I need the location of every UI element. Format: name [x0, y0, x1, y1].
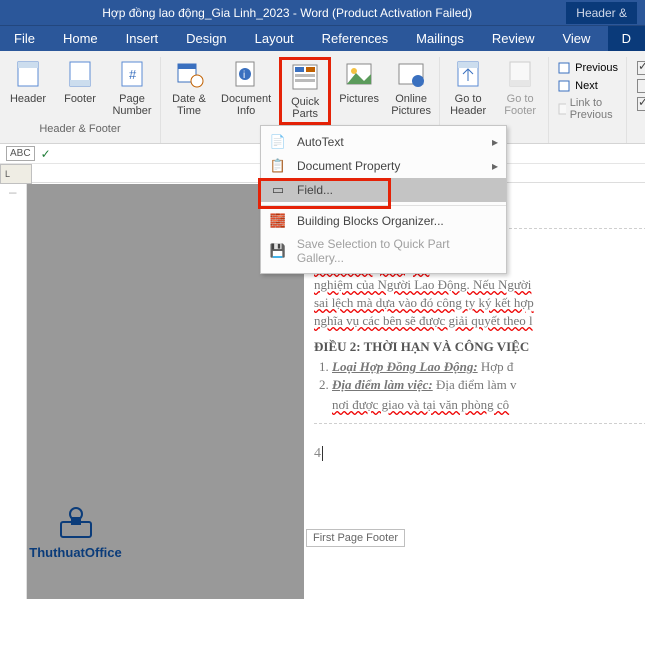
page-number-icon: #	[117, 59, 147, 89]
ribbon-group-headerfooter: Header Footer # Page Number Header & Foo…	[0, 57, 161, 143]
goto-footer-button[interactable]: Go to Footer	[496, 57, 544, 119]
menu-insert[interactable]: Insert	[112, 26, 173, 51]
window-title: Hợp đồng lao động_Gia Linh_2023 - Word (…	[8, 6, 566, 20]
ribbon-nav-links: Previous Next Link to Previous	[549, 57, 626, 143]
link-icon	[557, 102, 566, 116]
doc-property-icon: 📋	[269, 158, 287, 174]
menu-right[interactable]: D	[608, 26, 645, 51]
dd-save-selection: 💾Save Selection to Quick Part Gallery...	[261, 233, 506, 269]
next-icon	[557, 79, 571, 93]
goto-footer-icon	[505, 59, 535, 89]
pictures-icon	[344, 59, 374, 89]
quick-parts-button[interactable]: Quick Parts	[282, 60, 328, 122]
page-number-button[interactable]: # Page Number	[108, 57, 156, 119]
previous-button[interactable]: Previous	[557, 61, 618, 75]
svg-text:#: #	[129, 67, 137, 82]
goto-header-icon	[453, 59, 483, 89]
menu-home[interactable]: Home	[49, 26, 112, 51]
prev-icon	[557, 61, 571, 75]
field-icon: ▭	[269, 182, 287, 198]
footer-button[interactable]: Footer	[56, 57, 104, 119]
menu-references[interactable]: References	[308, 26, 402, 51]
date-time-button[interactable]: Date & Time	[165, 57, 213, 125]
menu-view[interactable]: View	[548, 26, 604, 51]
check-icon: ✓	[41, 147, 51, 161]
save-icon: 💾	[269, 243, 287, 259]
menu-mailings[interactable]: Mailings	[402, 26, 478, 51]
svg-text:i: i	[243, 70, 245, 81]
doc-info-icon: i	[231, 59, 261, 89]
context-tab[interactable]: Header &	[566, 2, 637, 24]
online-pictures-button[interactable]: Online Pictures	[387, 57, 435, 125]
menu-bar: File Home Insert Design Layout Reference…	[0, 25, 645, 51]
dd-autotext[interactable]: 📄AutoText▸	[261, 130, 506, 154]
diff-first-check[interactable]: Dif	[637, 61, 645, 75]
footer-icon	[65, 59, 95, 89]
building-blocks-icon: 🧱	[269, 213, 287, 229]
quick-parts-dropdown: 📄AutoText▸ 📋Document Property▸ ▭Field...…	[260, 125, 507, 274]
document-page[interactable]: nhiệm công việc và c a trên những thông …	[304, 229, 645, 657]
checkbox-icon	[637, 79, 645, 93]
watermark-logo: ThuthuatOffice	[18, 502, 133, 560]
link-to-previous-button[interactable]: Link to Previous	[557, 97, 618, 121]
checkbox-icon	[637, 61, 645, 75]
goto-header-button[interactable]: Go to Header	[444, 57, 492, 119]
menu-file[interactable]: File	[0, 26, 49, 51]
quick-parts-highlight: Quick Parts	[279, 57, 331, 125]
next-button[interactable]: Next	[557, 79, 618, 93]
dd-building-blocks[interactable]: 🧱Building Blocks Organizer...	[261, 209, 506, 233]
show-doc-check[interactable]: Sh	[637, 97, 645, 111]
calendar-icon	[174, 59, 204, 89]
chevron-right-icon: ▸	[492, 159, 498, 173]
first-page-footer-tag: First Page Footer	[306, 529, 405, 547]
pictures-button[interactable]: Pictures	[335, 57, 383, 125]
checkbox-icon	[637, 97, 645, 111]
document-info-button[interactable]: i Document Info	[217, 57, 275, 125]
dd-document-property[interactable]: 📋Document Property▸	[261, 154, 506, 178]
doc-list: Loại Hợp Đồng Lao Động: Hợp đ Địa điểm l…	[332, 359, 645, 393]
separator	[261, 205, 506, 206]
doc-heading: ĐIỀU 2: THỜI HẠN VÀ CÔNG VIỆC	[314, 339, 645, 355]
online-pictures-icon	[396, 59, 426, 89]
menu-review[interactable]: Review	[478, 26, 549, 51]
menu-layout[interactable]: Layout	[241, 26, 308, 51]
header-icon	[13, 59, 43, 89]
chevron-right-icon: ▸	[492, 135, 498, 149]
title-bar: Hợp đồng lao động_Gia Linh_2023 - Word (…	[0, 0, 645, 25]
menu-design[interactable]: Design	[172, 26, 240, 51]
quick-parts-icon	[290, 62, 320, 92]
diff-odd-check[interactable]: Dif	[637, 79, 645, 93]
abc-badge: ABC	[6, 146, 35, 161]
ribbon-options: Dif Dif Sh	[626, 57, 645, 143]
footer-page-number[interactable]: 4	[314, 446, 321, 461]
header-button[interactable]: Header	[4, 57, 52, 119]
ruler-corner: L	[0, 164, 32, 184]
logo-icon	[51, 502, 101, 542]
autotext-icon: 📄	[269, 134, 287, 150]
dd-field[interactable]: ▭Field...	[261, 178, 506, 202]
